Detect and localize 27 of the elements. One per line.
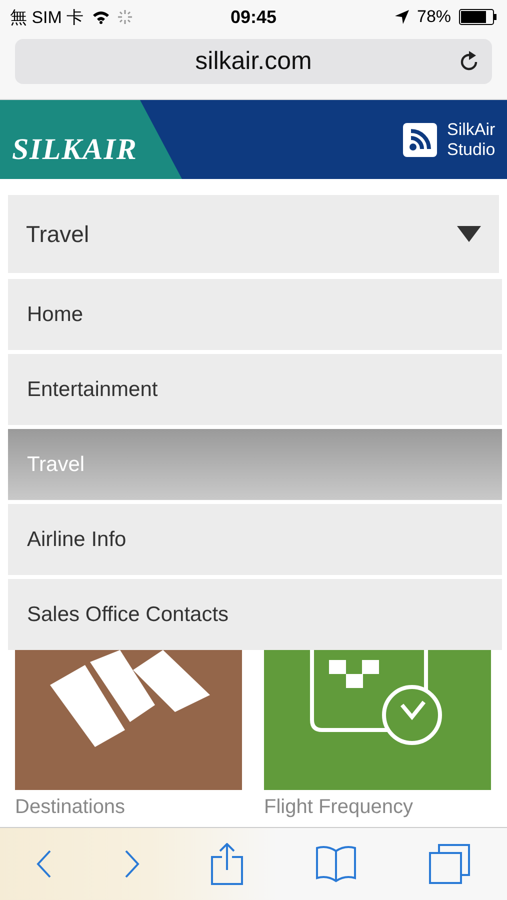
clock-time: 09:45 xyxy=(230,6,277,28)
section-dropdown[interactable]: Travel xyxy=(8,195,499,273)
reload-icon[interactable] xyxy=(458,51,480,73)
tile-label[interactable]: Destinations xyxy=(15,796,242,819)
back-button[interactable] xyxy=(36,850,52,878)
calendar-clock-icon xyxy=(264,650,491,790)
map-icon xyxy=(15,650,242,790)
menu-item[interactable]: Home xyxy=(8,279,502,350)
studio-link[interactable]: SilkAir Studio xyxy=(403,100,507,179)
wifi-icon xyxy=(92,10,110,24)
bookmarks-button[interactable] xyxy=(315,845,358,883)
rss-icon xyxy=(403,122,437,156)
activity-spinner-icon xyxy=(118,10,132,24)
battery-percentage: 78% xyxy=(416,7,452,27)
forward-button[interactable] xyxy=(124,850,140,878)
menu-item[interactable]: Airline Info xyxy=(8,504,502,575)
tabs-button[interactable] xyxy=(429,844,472,884)
battery-icon xyxy=(459,9,498,25)
location-arrow-icon xyxy=(394,10,409,24)
menu-item[interactable]: Sales Office Contacts xyxy=(8,579,502,650)
tile-label[interactable]: Flight Frequency xyxy=(264,796,491,819)
caret-icon xyxy=(457,226,481,242)
share-button[interactable] xyxy=(211,843,244,885)
address-bar[interactable]: silkair.com xyxy=(15,39,492,84)
carrier-label: 無 SIM 卡 xyxy=(10,6,84,28)
logo[interactable]: SILKAIR xyxy=(0,100,182,179)
menu-item[interactable]: Entertainment xyxy=(8,354,502,425)
